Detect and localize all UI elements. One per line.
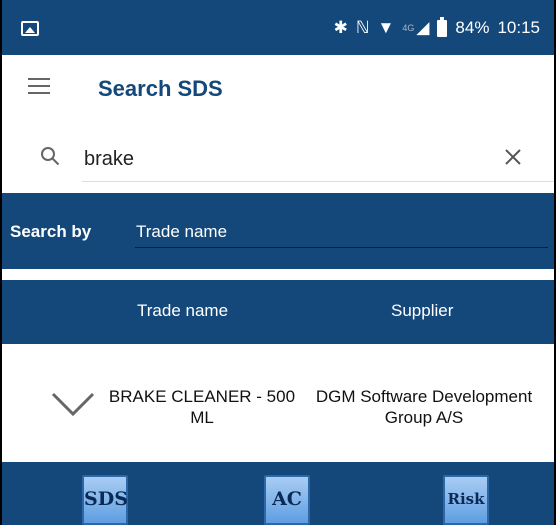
search-by-bar: Search by Trade name	[2, 193, 554, 269]
table-row[interactable]: BRAKE CLEANER - 500 ML DGM Software Deve…	[2, 344, 554, 462]
trade-name-cell: BRAKE CLEANER - 500 ML	[108, 387, 296, 427]
bluetooth-icon: ✱	[333, 18, 348, 37]
app-bar: Search SDS	[2, 55, 554, 121]
search-icon	[41, 147, 60, 166]
bottom-toolbar: SDS AC Risk	[2, 462, 554, 525]
page-title: Search SDS	[98, 76, 223, 101]
column-header-supplier[interactable]: Supplier	[391, 301, 453, 321]
risk-button[interactable]: Risk	[443, 475, 489, 525]
table-header: Trade name Supplier	[2, 280, 554, 344]
column-header-trade-name[interactable]: Trade name	[137, 301, 228, 321]
sds-button[interactable]: SDS	[82, 475, 128, 525]
app-frame: ✱ ℕ ▼ 4G ◢ 84% 10:15 Search SDS Search b…	[0, 0, 556, 525]
cell-signal-icon: ◢	[416, 18, 430, 37]
battery-icon	[437, 16, 448, 37]
menu-icon[interactable]	[28, 78, 50, 94]
network-type-label: 4G	[402, 23, 415, 33]
image-notification-icon	[21, 21, 39, 36]
status-icons: ✱ ℕ ▼ 4G ◢ 84% 10:15	[333, 16, 540, 39]
chevron-down-icon[interactable]	[51, 390, 95, 418]
wifi-icon: ▼	[377, 18, 395, 37]
search-by-label: Search by	[10, 222, 92, 241]
ac-button[interactable]: AC	[264, 475, 310, 525]
search-input[interactable]	[82, 137, 554, 182]
status-bar: ✱ ℕ ▼ 4G ◢ 84% 10:15	[2, 0, 554, 55]
search-row	[2, 121, 554, 193]
search-by-select[interactable]: Trade name	[136, 222, 227, 242]
close-icon[interactable]	[504, 148, 522, 166]
nfc-icon: ℕ	[355, 18, 370, 37]
clock: 10:15	[497, 18, 540, 37]
search-by-underline	[135, 247, 548, 248]
battery-percent: 84%	[455, 18, 490, 37]
supplier-cell: DGM Software Development Group A/S	[315, 387, 533, 427]
